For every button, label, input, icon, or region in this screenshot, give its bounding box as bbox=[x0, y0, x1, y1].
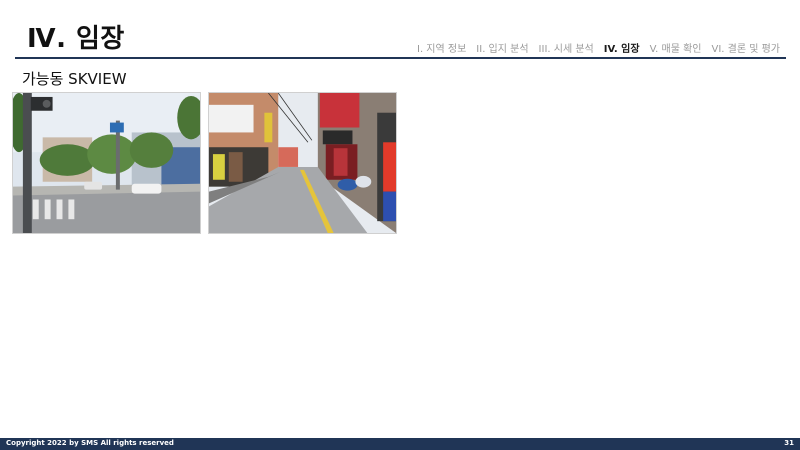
nav-item-site-visit[interactable]: IV. 임장 bbox=[604, 40, 640, 55]
nav-item-conclusion[interactable]: VI. 결론 및 평가 bbox=[711, 40, 780, 55]
street-photo-alley bbox=[208, 92, 397, 234]
nav-item-price-analysis[interactable]: III. 시세 분석 bbox=[539, 40, 594, 55]
page-number: 31 bbox=[784, 439, 794, 447]
nav-item-listing-check[interactable]: V. 매물 확인 bbox=[650, 40, 702, 55]
nav-item-region-info[interactable]: I. 지역 정보 bbox=[417, 40, 466, 55]
page-title: Ⅳ. 임장 bbox=[27, 24, 125, 54]
copyright-text: Copyright 2022 by SMS All rights reserve… bbox=[6, 439, 174, 447]
footer-bar: Copyright 2022 by SMS All rights reserve… bbox=[0, 438, 800, 450]
section-subtitle: 가능동 SKVIEW bbox=[22, 70, 127, 88]
section-nav: I. 지역 정보 II. 입지 분석 III. 시세 분석 IV. 임장 V. … bbox=[417, 40, 780, 55]
header-divider bbox=[15, 57, 786, 59]
street-photo-crosswalk bbox=[12, 92, 201, 234]
nav-item-location-analysis[interactable]: II. 입지 분석 bbox=[476, 40, 528, 55]
